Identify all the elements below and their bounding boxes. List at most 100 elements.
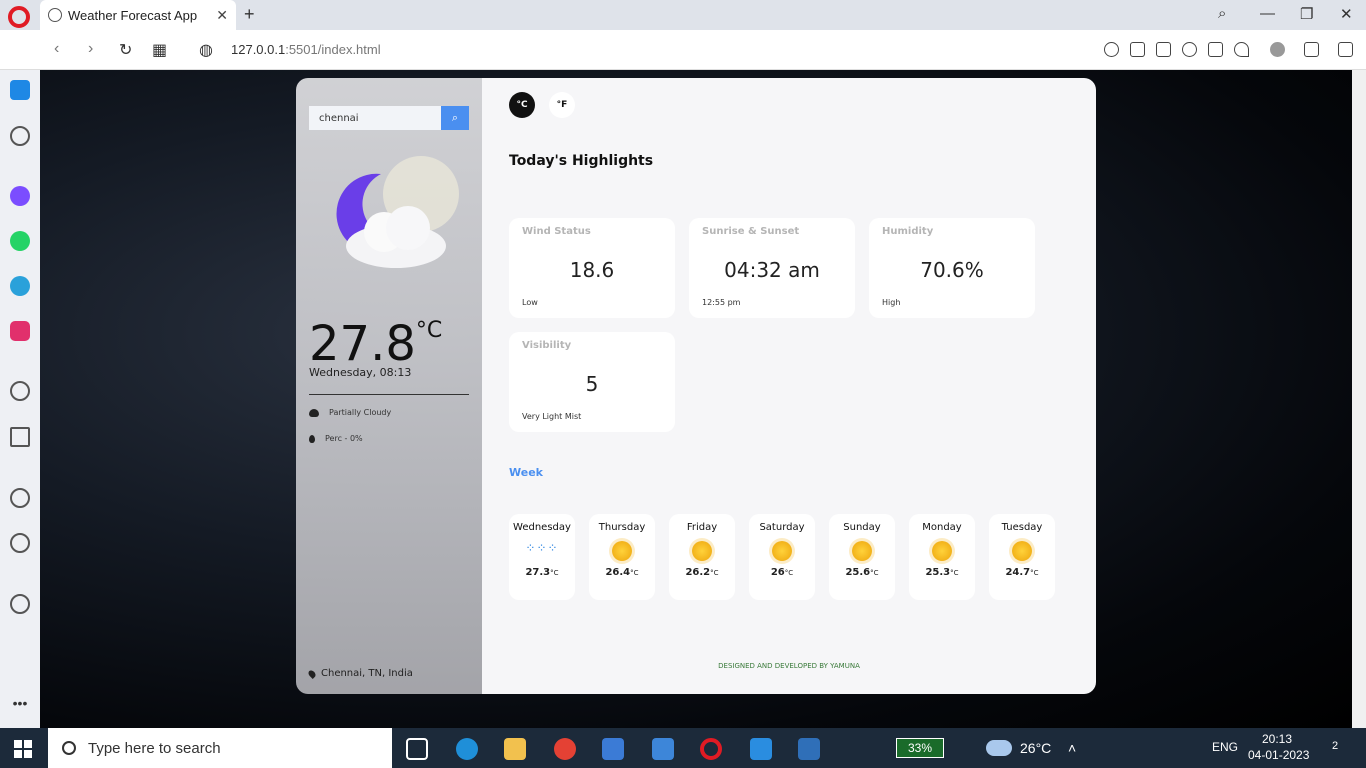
heart-icon[interactable] bbox=[1234, 42, 1249, 57]
edit-icon[interactable] bbox=[1130, 42, 1145, 57]
back-button[interactable]: ‹ bbox=[54, 40, 59, 58]
precipitation-text: Perc - 0% bbox=[325, 434, 363, 443]
photos-icon[interactable] bbox=[798, 738, 820, 760]
sunrise-sunset-card: Sunrise & Sunset 04:32 am 12:55 pm bbox=[689, 218, 855, 318]
current-weather-panel: ⌕ 27.8°C Wednesday, 08:13 Partially Clou… bbox=[296, 78, 482, 694]
wind-status-card: Wind Status 18.6 Low bbox=[509, 218, 675, 318]
store-icon[interactable] bbox=[602, 738, 624, 760]
cloud-icon bbox=[309, 408, 319, 417]
whatsapp-icon[interactable] bbox=[10, 231, 30, 251]
browser-tab[interactable]: Weather Forecast App ✕ bbox=[40, 0, 236, 30]
divider bbox=[309, 394, 469, 395]
search-tabs-icon[interactable]: ⌕ bbox=[1218, 5, 1226, 22]
history-icon[interactable] bbox=[10, 533, 30, 553]
forecast-day: Sunday 25.6°C bbox=[829, 514, 895, 600]
task-view-icon[interactable] bbox=[406, 738, 428, 760]
city-search-input[interactable] bbox=[309, 106, 441, 130]
tab-close-icon[interactable]: ✕ bbox=[216, 7, 228, 24]
more-icon[interactable]: ••• bbox=[10, 696, 30, 718]
tab-title: Weather Forecast App bbox=[68, 7, 198, 23]
scrollbar[interactable] bbox=[1352, 70, 1366, 728]
taskbar-search-placeholder: Type here to search bbox=[88, 739, 221, 757]
home-icon[interactable] bbox=[10, 80, 30, 100]
forecast-day: Wednesday ⁘⁘⁘ 27.3°C bbox=[509, 514, 575, 600]
forecast-day: Friday 26.2°C bbox=[669, 514, 735, 600]
forecast-panel: °C °F Today's Highlights Wind Status 18.… bbox=[482, 78, 1096, 694]
star-icon[interactable] bbox=[10, 126, 30, 146]
easy-setup-icon[interactable] bbox=[1338, 42, 1353, 57]
browser-sidebar: ••• bbox=[0, 70, 40, 728]
location-pin-icon bbox=[307, 668, 317, 679]
sun-icon bbox=[1012, 541, 1032, 561]
forecast-day: Monday 25.3°C bbox=[909, 514, 975, 600]
search-icon[interactable] bbox=[1104, 42, 1119, 57]
mail-icon[interactable] bbox=[652, 738, 674, 760]
week-title: Week bbox=[509, 466, 543, 479]
notification-count[interactable]: 2 bbox=[1332, 740, 1338, 752]
send-icon[interactable] bbox=[1208, 42, 1223, 57]
show-hidden-icons-icon[interactable]: ˄ bbox=[1068, 740, 1076, 756]
sun-icon bbox=[612, 541, 632, 561]
fahrenheit-button[interactable]: °F bbox=[549, 92, 575, 118]
start-button[interactable] bbox=[14, 740, 32, 758]
file-explorer-icon[interactable] bbox=[504, 738, 526, 760]
search-button[interactable]: ⌕ bbox=[441, 106, 469, 130]
sun-icon bbox=[692, 541, 712, 561]
language-indicator[interactable]: ENG bbox=[1212, 740, 1238, 754]
weather-temp[interactable]: 26°C bbox=[1020, 740, 1051, 756]
send-flow-icon[interactable] bbox=[10, 427, 30, 447]
minimize-button[interactable]: — bbox=[1260, 5, 1275, 22]
weather-app: ⌕ 27.8°C Wednesday, 08:13 Partially Clou… bbox=[296, 78, 1096, 694]
sun-icon bbox=[772, 541, 792, 561]
sun-icon bbox=[932, 541, 952, 561]
temperature-unit: °C bbox=[415, 318, 443, 343]
precipitation-row: Perc - 0% bbox=[309, 434, 363, 443]
camera-icon[interactable] bbox=[1156, 42, 1171, 57]
globe-icon bbox=[48, 8, 62, 22]
forward-button[interactable]: › bbox=[88, 40, 93, 58]
visibility-card: Visibility 5 Very Light Mist bbox=[509, 332, 675, 432]
edge-icon[interactable] bbox=[456, 738, 478, 760]
condition-text: Partially Cloudy bbox=[329, 408, 392, 417]
chrome-icon[interactable] bbox=[554, 738, 576, 760]
clock-time[interactable]: 20:13 bbox=[1262, 732, 1292, 746]
highlights-title: Today's Highlights bbox=[509, 153, 654, 169]
footer-credit: DESIGNED AND DEVELOPED BY YAMUNA bbox=[718, 662, 860, 670]
player-icon[interactable] bbox=[10, 381, 30, 401]
battery-indicator[interactable]: 33% bbox=[896, 738, 944, 758]
opera-icon[interactable] bbox=[700, 738, 722, 760]
vscode-icon[interactable] bbox=[750, 738, 772, 760]
download-icon[interactable] bbox=[1304, 42, 1319, 57]
raindrop-icon bbox=[309, 434, 315, 443]
celsius-button[interactable]: °C bbox=[509, 92, 535, 118]
weather-cloud-icon[interactable] bbox=[986, 740, 1012, 756]
partly-cloudy-night-icon bbox=[336, 156, 459, 268]
adblock-icon[interactable] bbox=[1182, 42, 1197, 57]
lightbulb-icon[interactable] bbox=[10, 594, 30, 614]
browser-tab-bar: Weather Forecast App ✕ + ⌕ — ❐ ✕ bbox=[0, 0, 1366, 30]
instagram-icon[interactable] bbox=[10, 321, 30, 341]
forecast-day: Thursday 26.4°C bbox=[589, 514, 655, 600]
close-window-button[interactable]: ✕ bbox=[1340, 5, 1353, 23]
forecast-day: Tuesday 24.7°C bbox=[989, 514, 1055, 600]
url-field[interactable]: 127.0.0.1:5501/index.html bbox=[231, 42, 381, 57]
search-icon: ⌕ bbox=[451, 111, 459, 124]
restore-button[interactable]: ❐ bbox=[1300, 5, 1313, 23]
current-temperature: 27.8°C bbox=[309, 316, 443, 372]
humidity-card: Humidity 70.6% High bbox=[869, 218, 1035, 318]
tabs-grid-icon[interactable]: ▦ bbox=[152, 40, 167, 60]
reload-button[interactable]: ↻ bbox=[119, 40, 132, 60]
bookmarks-heart-icon[interactable] bbox=[10, 488, 30, 508]
address-bar: ‹ › ↻ ▦ ◍ 127.0.0.1:5501/index.html bbox=[0, 30, 1366, 70]
telegram-icon[interactable] bbox=[10, 276, 30, 296]
sun-icon bbox=[852, 541, 872, 561]
taskbar-search[interactable]: Type here to search bbox=[48, 728, 392, 768]
clock-date[interactable]: 04-01-2023 bbox=[1248, 748, 1309, 762]
site-info-icon[interactable]: ◍ bbox=[199, 40, 213, 60]
opera-logo-icon[interactable] bbox=[8, 6, 30, 28]
windows-taskbar: Type here to search 33% 26°C ˄ ENG 20:13… bbox=[0, 728, 1366, 768]
messenger-icon[interactable] bbox=[10, 186, 30, 206]
search-bar: ⌕ bbox=[309, 106, 469, 130]
profile-icon[interactable] bbox=[1270, 42, 1285, 57]
new-tab-button[interactable]: + bbox=[244, 4, 255, 25]
